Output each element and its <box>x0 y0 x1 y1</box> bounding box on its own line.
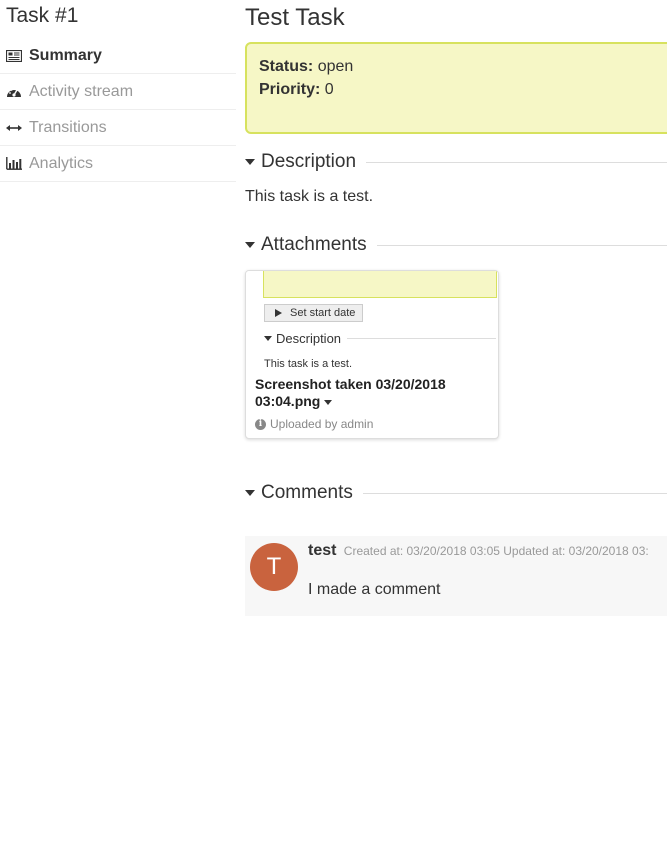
bar-chart-icon <box>6 157 24 171</box>
sidebar-nav: Summary Activity stream Transitions Anal… <box>0 38 236 182</box>
sidebar-item-label: Activity stream <box>29 82 134 100</box>
divider <box>347 338 496 339</box>
status-label: Status: <box>259 58 314 75</box>
status-value: open <box>317 58 354 75</box>
attachments-heading: Attachments <box>261 234 367 255</box>
comment-created: Created at: 03/20/2018 03:05 <box>343 544 500 558</box>
comments-section-toggle[interactable]: Comments <box>245 481 667 505</box>
comment-body: I made a comment <box>308 581 441 598</box>
priority-value: 0 <box>324 81 334 98</box>
comment-item: T test Created at: 03/20/2018 03:05 Upda… <box>245 536 667 616</box>
description-text: This task is a test. <box>245 188 374 205</box>
comment-meta: test Created at: 03/20/2018 03:05 Update… <box>308 542 649 560</box>
attachment-file-name-dropdown[interactable]: Screenshot taken 03/20/2018 03:04.png <box>255 376 491 410</box>
sidebar-item-summary[interactable]: Summary <box>0 38 236 74</box>
description-section-toggle[interactable]: Description <box>245 150 667 174</box>
sidebar-item-analytics[interactable]: Analytics <box>0 146 236 182</box>
caret-down-icon <box>324 399 333 405</box>
dashboard-icon <box>6 85 24 99</box>
avatar: T <box>250 543 298 591</box>
task-title: Task #1 <box>6 4 79 27</box>
attachment-card: Set start date Description This task is … <box>245 270 499 439</box>
divider <box>362 492 667 494</box>
attachment-uploaded-by: i Uploaded by admin <box>255 417 373 431</box>
sidebar-item-label: Analytics <box>29 154 94 172</box>
arrows-horizontal-icon <box>6 121 24 135</box>
priority-row: Priority: 0 <box>259 81 334 99</box>
sidebar-item-label: Transitions <box>29 118 107 136</box>
sidebar-item-transitions[interactable]: Transitions <box>0 110 236 146</box>
uploaded-by-text: Uploaded by admin <box>270 417 374 431</box>
status-row: Status: open <box>259 58 353 76</box>
caret-down-icon <box>245 490 255 496</box>
thumbnail-status-panel <box>263 271 497 298</box>
attachment-file-name: Screenshot taken 03/20/2018 03:04.png <box>255 376 446 409</box>
status-panel: Status: open Priority: 0 <box>245 42 667 134</box>
page-title: Test Task <box>245 4 345 31</box>
sidebar-item-activity-stream[interactable]: Activity stream <box>0 74 236 110</box>
attachment-thumbnail[interactable]: Set start date Description This task is … <box>246 271 498 376</box>
comment-author[interactable]: test <box>308 542 336 559</box>
thumbnail-description-label: Description <box>276 331 342 346</box>
priority-label: Priority: <box>259 81 321 98</box>
comment-updated: Updated at: 03/20/2018 03: <box>503 544 649 558</box>
thumbnail-description-heading: Description <box>264 331 496 346</box>
comments-heading: Comments <box>261 482 353 503</box>
caret-down-icon <box>245 242 255 248</box>
caret-down-icon <box>264 336 272 341</box>
thumbnail-set-start-date-button: Set start date <box>264 304 364 322</box>
info-icon: i <box>255 418 266 430</box>
thumbnail-description-text: This task is a test. <box>264 358 353 370</box>
thumbnail-button-label: Set start date <box>290 307 356 319</box>
play-icon <box>275 309 282 317</box>
description-heading: Description <box>261 151 357 172</box>
newspaper-icon <box>6 49 24 63</box>
divider <box>376 244 667 246</box>
sidebar-item-label: Summary <box>29 46 102 64</box>
attachments-section-toggle[interactable]: Attachments <box>245 233 667 257</box>
divider <box>366 161 667 163</box>
caret-down-icon <box>245 159 255 165</box>
